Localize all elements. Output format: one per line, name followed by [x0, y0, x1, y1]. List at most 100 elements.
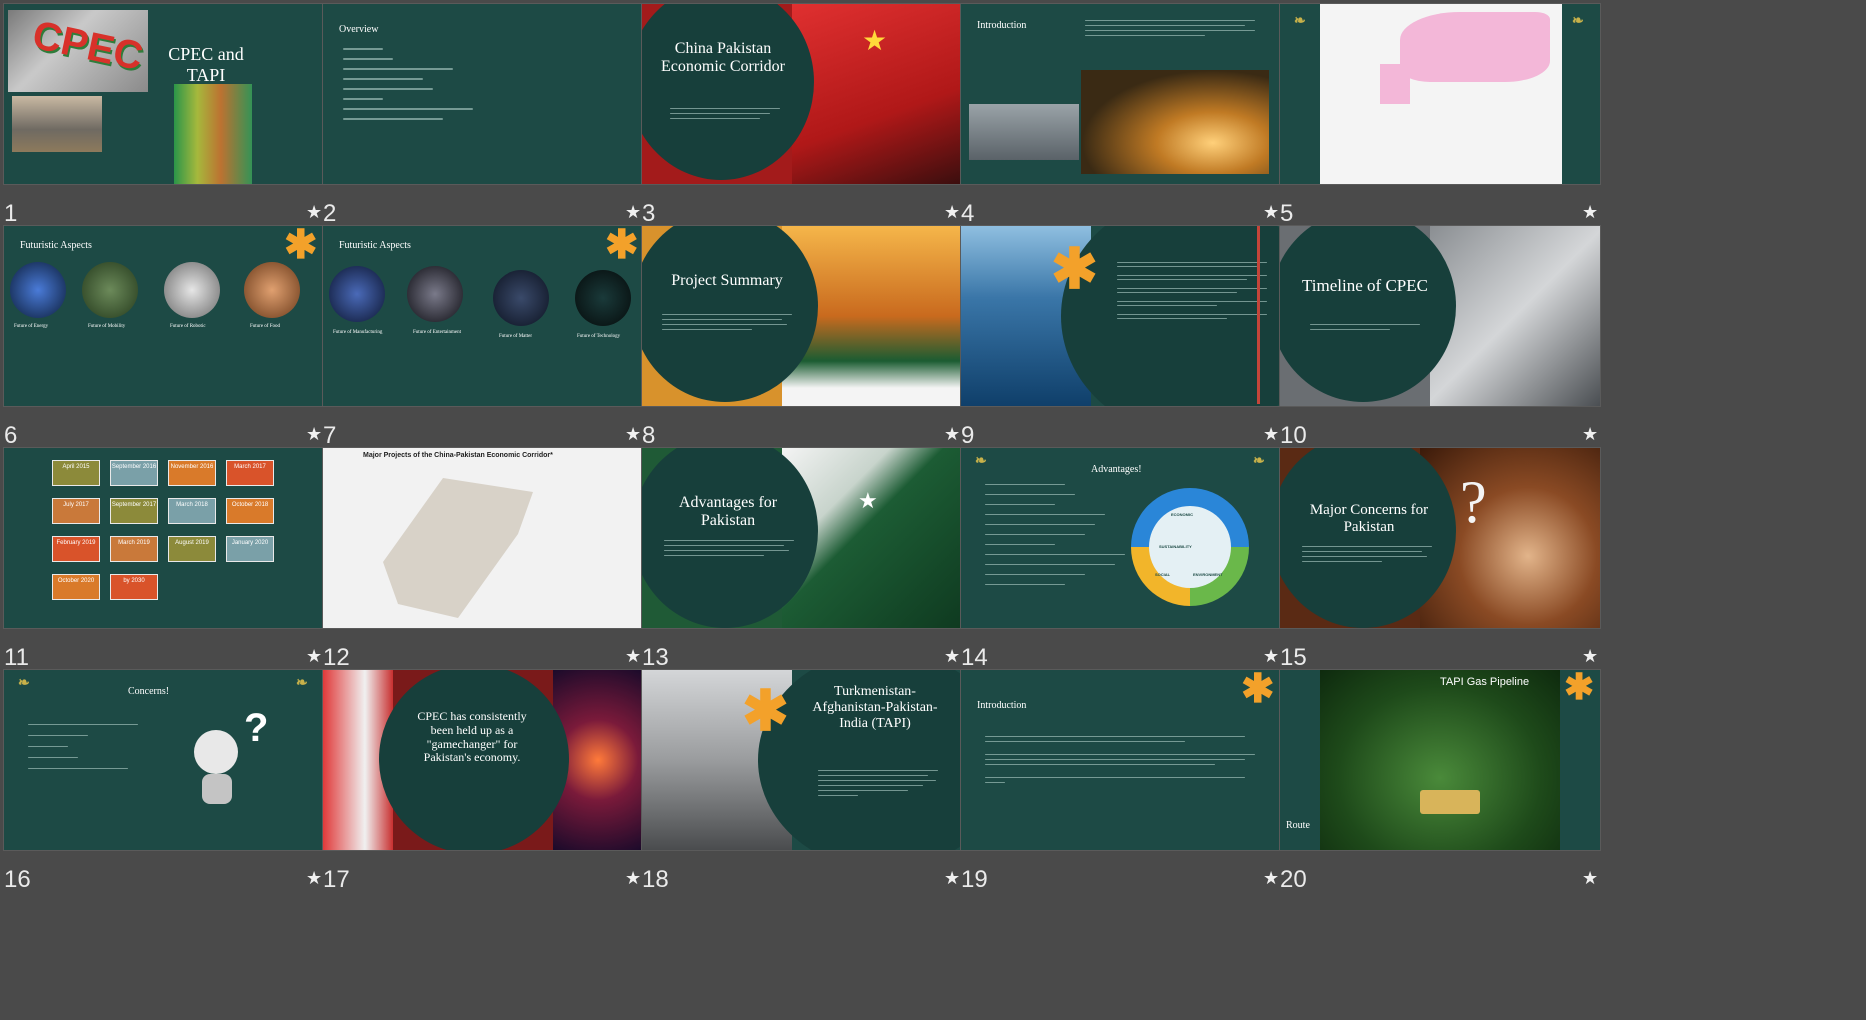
timeline-box: October 2018 — [226, 498, 274, 524]
decorative-leaf-icon: ❧ — [1294, 12, 1306, 28]
food-image — [244, 262, 300, 318]
slide-cell-10: Timeline of CPEC 10 ★ — [1276, 222, 1600, 472]
slide-cell-18: ✱ Turkmenistan-Afghanistan-Pakistan-Indi… — [638, 666, 962, 916]
intro-text — [1085, 20, 1255, 44]
cpec-route-map — [1320, 4, 1562, 184]
asterisk-icon: ✱ — [1241, 670, 1275, 711]
slide-title: CPEC has consistently been held up as a … — [417, 709, 527, 765]
slide-title: Introduction — [977, 20, 1027, 31]
map-legend-box — [1420, 790, 1480, 814]
timeline-box: July 2017 — [52, 498, 100, 524]
slide-thumbnail-2[interactable]: Overview — [323, 4, 643, 184]
slide-cell-17: CPEC has consistently been held up as a … — [319, 666, 643, 916]
slide-cell-2: Overview 2 ★ — [319, 0, 643, 250]
energy-image — [10, 262, 66, 318]
slide-number: 17 — [323, 866, 350, 893]
pakistan-region-shape — [1380, 64, 1410, 104]
slide-thumbnail-10[interactable]: Timeline of CPEC — [1280, 226, 1600, 406]
slide-thumbnail-12[interactable]: Major Projects of the China-Pakistan Eco… — [323, 448, 643, 628]
subtitle-text — [664, 540, 794, 564]
intro-text — [985, 736, 1255, 791]
slide-thumbnail-17[interactable]: CPEC has consistently been held up as a … — [323, 670, 643, 850]
slide-sorter-grid: CPEC CPEC and TAPI 1 ★ Overview 2 ★ ★ Ch… — [0, 0, 1866, 1020]
slide-title: Futuristic Aspects — [339, 240, 411, 251]
technology-image — [575, 270, 631, 326]
slide-number: 16 — [4, 866, 31, 893]
question-mark-icon: ? — [1460, 469, 1487, 535]
slide-thumbnail-3[interactable]: ★ China Pakistan Economic Corridor — [642, 4, 962, 184]
cpec-logo-photo: CPEC — [8, 10, 148, 92]
slide-title: Timeline of CPEC — [1302, 276, 1428, 295]
timeline-box: March 2018 — [168, 498, 216, 524]
slide-thumbnail-7[interactable]: Futuristic Aspects ✱ Future of Manufactu… — [323, 226, 643, 406]
bullet-list — [985, 484, 1135, 593]
slide-cell-6: Futuristic Aspects ✱ Future of Energy Fu… — [0, 222, 324, 472]
mobility-image — [82, 262, 138, 318]
slide-cell-20: TAPI Gas Pipeline Route ✱ 20 ★ — [1276, 666, 1600, 916]
star-icon[interactable]: ★ — [1582, 424, 1598, 445]
subtitle-text — [1302, 546, 1432, 570]
caption: Future of Energy — [14, 324, 49, 329]
caption: Future of Entertainment — [413, 330, 462, 335]
china-flag-photo: ★ — [792, 4, 962, 184]
confused-person-head — [194, 730, 238, 774]
slide-cell-7: Futuristic Aspects ✱ Future of Manufactu… — [319, 222, 643, 472]
slide-thumbnail-20[interactable]: TAPI Gas Pipeline Route ✱ — [1280, 670, 1600, 850]
slide-thumbnail-8[interactable]: Project Summary — [642, 226, 962, 406]
decorative-leaf-icon: ❧ — [296, 674, 308, 690]
slide-thumbnail-14[interactable]: Advantages! ECONOMIC SUSTAINABILITY SOCI… — [961, 448, 1281, 628]
star-icon[interactable]: ★ — [1582, 646, 1598, 667]
slide-cell-8: Project Summary 8 ★ — [638, 222, 962, 472]
slide-thumbnail-19[interactable]: Introduction ✱ — [961, 670, 1281, 850]
star-icon[interactable]: ★ — [1582, 868, 1598, 889]
slide-thumbnail-9[interactable]: ✱ — [961, 226, 1281, 406]
subtitle-text — [1310, 324, 1420, 338]
asterisk-icon: ✱ — [742, 679, 789, 742]
slide-cell-19: Introduction ✱ 19 ★ — [957, 666, 1281, 916]
flag-star-icon: ★ — [858, 488, 878, 513]
slide-title: Futuristic Aspects — [20, 240, 92, 251]
timeline-box: November 2016 — [168, 460, 216, 486]
slide-thumbnail-1[interactable]: CPEC CPEC and TAPI — [4, 4, 324, 184]
slide-cell-13: ★ Advantages for Pakistan 13 ★ — [638, 444, 962, 694]
bullet-list — [28, 724, 148, 777]
slide-number: 18 — [642, 866, 669, 893]
slide-title: Major Concerns for Pakistan — [1309, 502, 1429, 536]
star-icon[interactable]: ★ — [1582, 202, 1598, 223]
slide-thumbnail-6[interactable]: Futuristic Aspects ✱ Future of Energy Fu… — [4, 226, 324, 406]
caption: Future of Robotic — [170, 324, 206, 329]
slide-title: CPEC and TAPI — [168, 44, 244, 85]
slide-thumbnail-11[interactable]: April 2015 September 2016 November 2016 … — [4, 448, 324, 628]
wheel-label: ECONOMIC — [1171, 512, 1193, 517]
business-hands-photo — [1430, 226, 1600, 406]
slide-number: 20 — [1280, 866, 1307, 893]
timeline-box: September 2017 — [110, 498, 158, 524]
decorative-leaf-icon: ❧ — [1253, 452, 1265, 468]
asterisk-icon: ✱ — [1564, 670, 1595, 707]
slide-title: TAPI Gas Pipeline — [1440, 676, 1530, 688]
entertainment-image — [407, 266, 463, 322]
timeline-box: October 2020 — [52, 574, 100, 600]
caption: Future of Technology — [577, 334, 621, 339]
pakistan-map-shape — [383, 478, 533, 618]
slide-thumbnail-5[interactable]: ❧ ❧ — [1280, 4, 1600, 184]
slide-thumbnail-18[interactable]: ✱ Turkmenistan-Afghanistan-Pakistan-Indi… — [642, 670, 962, 850]
manufacturing-image — [329, 266, 385, 322]
timeline-box: March 2019 — [110, 536, 158, 562]
slide-thumbnail-16[interactable]: Concerns! ? ❧ ❧ — [4, 670, 324, 850]
timeline-box: September 2016 — [110, 460, 158, 486]
slide-thumbnail-4[interactable]: Introduction — [961, 4, 1281, 184]
route-label: Route — [1286, 820, 1310, 831]
wheel-label: ENVIRONMENT — [1193, 572, 1223, 577]
decorative-leaf-icon: ❧ — [18, 674, 30, 690]
slide-thumbnail-13[interactable]: ★ Advantages for Pakistan — [642, 448, 962, 628]
slide-cell-15: ? Major Concerns for Pakistan 15 ★ — [1276, 444, 1600, 694]
slide-title: Introduction — [977, 700, 1027, 711]
slide-title: Turkmenistan-Afghanistan-Pakistan-India … — [812, 684, 938, 732]
asterisk-icon: ✱ — [605, 226, 639, 267]
slide-title: Overview — [339, 24, 379, 35]
slide-thumbnail-15[interactable]: ? Major Concerns for Pakistan — [1280, 448, 1600, 628]
slide-cell-3: ★ China Pakistan Economic Corridor 3 ★ — [638, 0, 962, 250]
decorative-leaf-icon: ❧ — [975, 452, 987, 468]
wheel-label: SUSTAINABILITY — [1159, 544, 1192, 549]
